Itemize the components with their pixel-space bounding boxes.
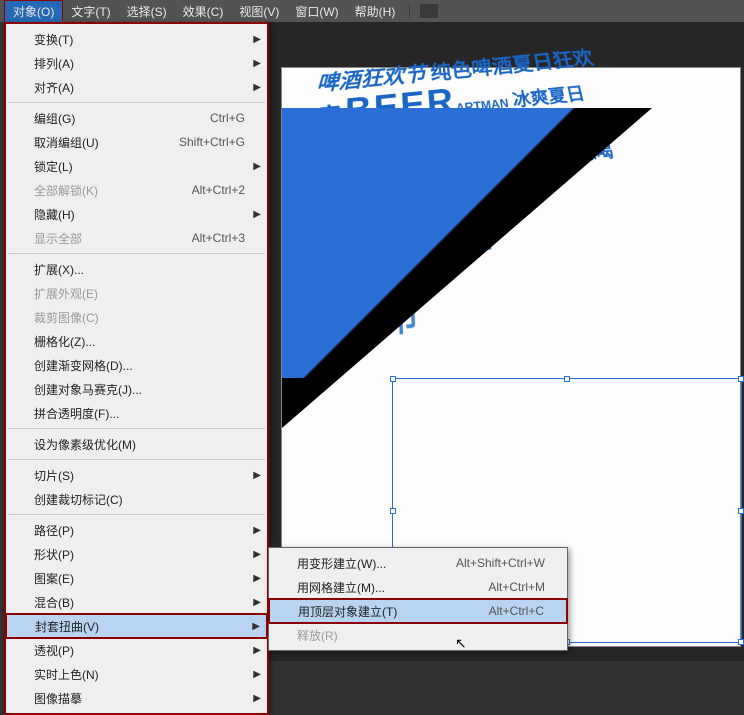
menu-item-锁定l[interactable]: 锁定(L)▶ [6, 154, 267, 178]
menu-item-栅格化z[interactable]: 栅格化(Z)... [6, 329, 267, 353]
submenu-arrow-icon: ▶ [253, 470, 261, 481]
menu-object[interactable]: 对象(O) [4, 0, 63, 23]
envelope-distort-submenu: 用变形建立(W)...Alt+Shift+Ctrl+W用网格建立(M)...Al… [268, 547, 568, 651]
menu-item-裁剪图像c: 裁剪图像(C) [6, 305, 267, 329]
menu-item-创建对象马赛克j[interactable]: 创建对象马赛克(J)... [6, 377, 267, 401]
menu-item-图案e[interactable]: 图案(E)▶ [6, 566, 267, 590]
submenu-item-用网格建立m[interactable]: 用网格建立(M)...Alt+Ctrl+M [269, 575, 567, 599]
submenu-arrow-icon: ▶ [253, 209, 261, 220]
layout-icon[interactable] [420, 4, 438, 18]
menu-item-取消编组u[interactable]: 取消编组(U)Shift+Ctrl+G [6, 130, 267, 154]
submenu-arrow-icon: ▶ [253, 645, 261, 656]
submenu-arrow-icon: ▶ [253, 669, 261, 680]
submenu-arrow-icon: ▶ [252, 621, 260, 632]
menu-item-切片s[interactable]: 切片(S)▶ [6, 463, 267, 487]
menubar-divider [409, 4, 410, 18]
menu-item-拼合透明度f[interactable]: 拼合透明度(F)... [6, 401, 267, 425]
cursor-icon: ↖ [455, 635, 467, 652]
menu-window[interactable]: 窗口(W) [287, 1, 346, 22]
menu-view[interactable]: 视图(V) [231, 1, 287, 22]
submenu-arrow-icon: ▶ [253, 573, 261, 584]
menubar: 对象(O) 文字(T) 选择(S) 效果(C) 视图(V) 窗口(W) 帮助(H… [0, 0, 744, 22]
menu-item-混合b[interactable]: 混合(B)▶ [6, 590, 267, 614]
menu-select[interactable]: 选择(S) [119, 1, 175, 22]
menu-item-路径p[interactable]: 路径(P)▶ [6, 518, 267, 542]
submenu-item-用变形建立w[interactable]: 用变形建立(W)...Alt+Shift+Ctrl+W [269, 551, 567, 575]
menu-item-图像描摹[interactable]: 图像描摹▶ [6, 686, 267, 710]
menu-item-编组g[interactable]: 编组(G)Ctrl+G [6, 106, 267, 130]
menu-item-变换t[interactable]: 变换(T)▶ [6, 27, 267, 51]
menu-effect[interactable]: 效果(C) [175, 1, 232, 22]
menu-item-创建裁切标记c[interactable]: 创建裁切标记(C) [6, 487, 267, 511]
menu-item-封套扭曲v[interactable]: 封套扭曲(V)▶ [6, 614, 267, 638]
menu-item-扩展外观e: 扩展外观(E) [6, 281, 267, 305]
submenu-item-释放r: 释放(R) [269, 623, 567, 647]
object-menu-dropdown: 变换(T)▶排列(A)▶对齐(A)▶ 编组(G)Ctrl+G取消编组(U)Shif… [4, 22, 269, 715]
menu-item-隐藏h[interactable]: 隐藏(H)▶ [6, 202, 267, 226]
submenu-arrow-icon: ▶ [253, 549, 261, 560]
menu-item-显示全部: 显示全部Alt+Ctrl+3 [6, 226, 267, 250]
menu-item-排列a[interactable]: 排列(A)▶ [6, 51, 267, 75]
menu-item-扩展x[interactable]: 扩展(X)... [6, 257, 267, 281]
submenu-arrow-icon: ▶ [253, 525, 261, 536]
menu-item-实时上色n[interactable]: 实时上色(N)▶ [6, 662, 267, 686]
submenu-item-用顶层对象建立t[interactable]: 用顶层对象建立(T)Alt+Ctrl+C [269, 599, 567, 623]
menu-item-透视p[interactable]: 透视(P)▶ [6, 638, 267, 662]
menu-item-形状p[interactable]: 形状(P)▶ [6, 542, 267, 566]
menu-item-设为像素级优化m[interactable]: 设为像素级优化(M) [6, 432, 267, 456]
submenu-arrow-icon: ▶ [253, 82, 261, 93]
menu-item-全部解锁k: 全部解锁(K)Alt+Ctrl+2 [6, 178, 267, 202]
submenu-arrow-icon: ▶ [253, 693, 261, 704]
submenu-arrow-icon: ▶ [253, 58, 261, 69]
menu-type[interactable]: 文字(T) [63, 1, 118, 22]
submenu-arrow-icon: ▶ [253, 161, 261, 172]
menu-help[interactable]: 帮助(H) [347, 1, 404, 22]
submenu-arrow-icon: ▶ [253, 597, 261, 608]
submenu-arrow-icon: ▶ [253, 34, 261, 45]
menu-item-对齐a[interactable]: 对齐(A)▶ [6, 75, 267, 99]
menu-item-创建渐变网格d[interactable]: 创建渐变网格(D)... [6, 353, 267, 377]
